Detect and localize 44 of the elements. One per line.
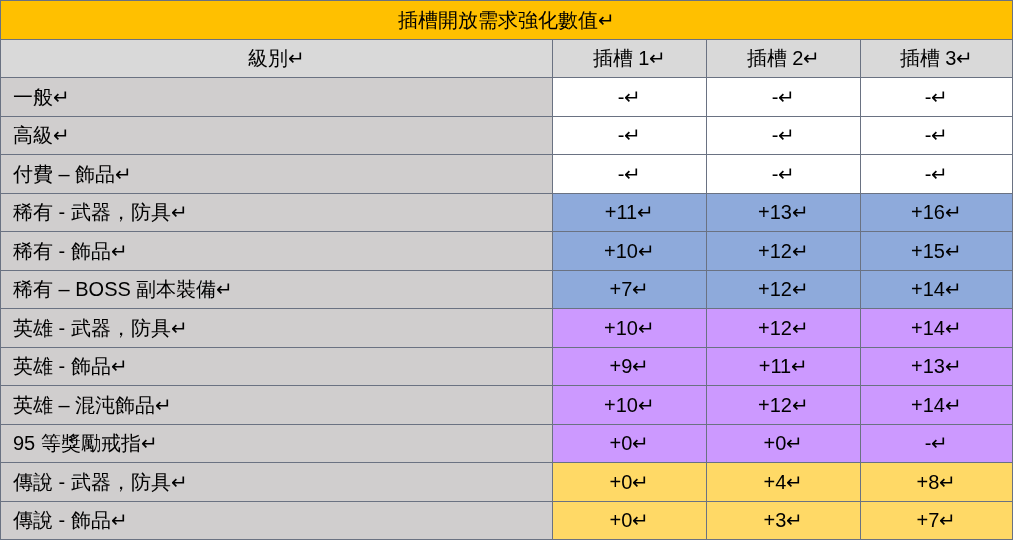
column-header: 插槽 1↵	[553, 39, 707, 77]
row-header: 稀有 - 武器，防具↵	[1, 193, 553, 231]
row-header: 稀有 - 飾品↵	[1, 232, 553, 270]
table-cell: +7↵	[553, 270, 707, 308]
row-header: 英雄 – 混沌飾品↵	[1, 386, 553, 424]
table-cell: +0↵	[553, 463, 707, 501]
row-header: 高級↵	[1, 116, 553, 154]
table-cell: +14↵	[861, 270, 1013, 308]
table-cell: +0↵	[553, 501, 707, 539]
row-header: 英雄 - 飾品↵	[1, 347, 553, 385]
column-header: 級別↵	[1, 39, 553, 77]
table-cell: +13↵	[861, 347, 1013, 385]
table-cell: +7↵	[861, 501, 1013, 539]
table-cell: +12↵	[707, 270, 861, 308]
table-cell: +4↵	[707, 463, 861, 501]
row-header: 付費 – 飾品↵	[1, 155, 553, 193]
table-cell: -↵	[861, 424, 1013, 462]
table-cell: +14↵	[861, 386, 1013, 424]
table-title: 插槽開放需求強化數值↵	[398, 7, 615, 33]
column-header: 插槽 3↵	[861, 39, 1013, 77]
table-cell: +0↵	[553, 424, 707, 462]
table-cell: +10↵	[553, 232, 707, 270]
table-cell: +13↵	[707, 193, 861, 231]
table-cell: +15↵	[861, 232, 1013, 270]
table-cell: +10↵	[553, 386, 707, 424]
table-cell: +9↵	[553, 347, 707, 385]
table-cell: +16↵	[861, 193, 1013, 231]
table-cell: +12↵	[707, 232, 861, 270]
row-header: 傳說 - 飾品↵	[1, 501, 553, 539]
row-header: 稀有 – BOSS 副本裝備↵	[1, 270, 553, 308]
row-header: 一般↵	[1, 78, 553, 116]
row-header: 95 等獎勵戒指↵	[1, 424, 553, 462]
table-cell: +12↵	[707, 309, 861, 347]
table-cell: +12↵	[707, 386, 861, 424]
table-cell: +11↵	[707, 347, 861, 385]
column-header: 插槽 2↵	[707, 39, 861, 77]
table-cell: +10↵	[553, 309, 707, 347]
row-header: 英雄 - 武器，防具↵	[1, 309, 553, 347]
row-header: 傳說 - 武器，防具↵	[1, 463, 553, 501]
table-cell: +11↵	[553, 193, 707, 231]
table-cell: +3↵	[707, 501, 861, 539]
table-cell: +14↵	[861, 309, 1013, 347]
table-cell: +8↵	[861, 463, 1013, 501]
table-cell: +0↵	[707, 424, 861, 462]
